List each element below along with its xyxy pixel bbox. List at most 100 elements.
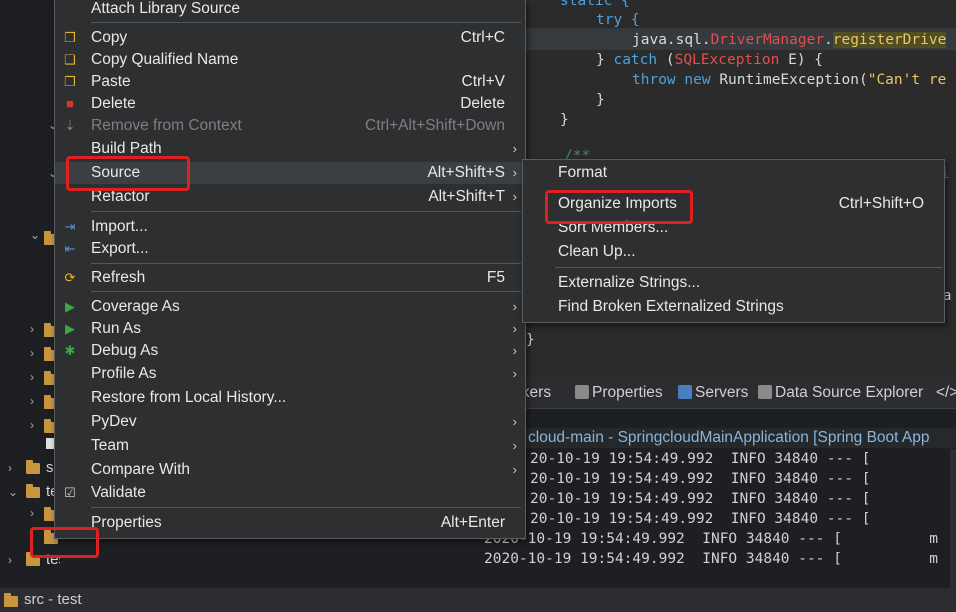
- project-explorer-tree: ⌄ ⌄ ⌄ › › › › › › s ⌄ te › src › tests: [0, 0, 60, 588]
- menu-item-label: Properties: [91, 514, 162, 531]
- menu-item-shortcut: Alt+Shift+S: [427, 164, 505, 181]
- collapse-chevron-icon[interactable]: ›: [30, 346, 34, 360]
- code-token: .: [824, 32, 833, 48]
- menu-item-restore-from-local-history[interactable]: Restore from Local History...: [55, 387, 525, 409]
- delete-icon: ■: [66, 96, 74, 111]
- menu-item-format[interactable]: Format: [523, 162, 944, 184]
- organize-imports-highlight-box: [545, 190, 693, 224]
- menu-separator: [91, 22, 521, 23]
- menu-item-shortcut: Delete: [460, 95, 505, 112]
- menu-item-label: Coverage As: [91, 298, 180, 315]
- code-token: throw new: [632, 72, 720, 88]
- code-token: catch: [613, 52, 666, 68]
- menu-item-label: Copy Qualified Name: [91, 51, 239, 68]
- menu-item-pydev[interactable]: PyDev ›: [55, 411, 525, 433]
- menu-item-compare-with[interactable]: Compare With ›: [55, 459, 525, 481]
- menu-item-clean-up[interactable]: Clean Up...: [523, 241, 944, 263]
- tab-label: Data Source Explorer: [775, 384, 924, 401]
- menu-item-paste[interactable]: ❒ Paste Ctrl+V: [55, 71, 525, 93]
- menu-item-label: Format: [558, 164, 608, 181]
- collapse-chevron-icon[interactable]: ›: [30, 506, 34, 520]
- menu-item-shortcut: Ctrl+V: [461, 73, 506, 90]
- submenu-arrow-icon: ›: [512, 165, 517, 180]
- coverage-icon: ▶: [65, 299, 75, 314]
- menu-item-shortcut: Ctrl+Alt+Shift+Down: [365, 117, 505, 134]
- tab-properties[interactable]: Properties: [575, 383, 663, 403]
- collapse-chevron-icon[interactable]: ›: [30, 370, 34, 384]
- collapse-chevron-icon[interactable]: ›: [8, 550, 12, 570]
- menu-item-export[interactable]: ⇤ Export...: [55, 238, 525, 260]
- source-folder-icon: [4, 593, 18, 607]
- submenu-arrow-icon: ›: [512, 141, 517, 156]
- menu-item-debug-as[interactable]: ✱ Debug As ›: [55, 340, 525, 362]
- code-token: RuntimeException(: [719, 72, 868, 88]
- menu-separator: [91, 291, 521, 292]
- collapse-chevron-icon[interactable]: ›: [30, 394, 34, 408]
- menu-item-label: Attach Library Source: [91, 0, 241, 17]
- menu-item-label: Refresh: [91, 269, 146, 286]
- menu-item-validate[interactable]: ☑ Validate: [55, 482, 525, 504]
- tab-label: Servers: [695, 384, 749, 401]
- menu-item-profile-as[interactable]: Profile As ›: [55, 363, 525, 385]
- tab-servers[interactable]: Servers: [678, 383, 748, 403]
- submenu-arrow-icon: ›: [512, 438, 517, 453]
- console-log-line: 20-10-19 19:54:49.992 INFO 34840 --- [ m: [530, 491, 956, 507]
- menu-item-label: Run As: [91, 320, 141, 337]
- data-source-explorer-icon: [758, 385, 772, 399]
- code-line: java.sql.DriverManager.registerDrive: [632, 30, 947, 50]
- expand-chevron-icon[interactable]: ⌄: [8, 482, 18, 502]
- tab-snippets[interactable]: </>: [936, 383, 956, 403]
- console-title: cloud-main - SpringcloudMainApplication …: [500, 428, 956, 448]
- file-icon: [46, 438, 54, 449]
- menu-item-delete[interactable]: ■ Delete Delete: [55, 93, 525, 115]
- menu-item-team[interactable]: Team ›: [55, 435, 525, 457]
- menu-item-label: Debug As: [91, 342, 159, 359]
- collapse-chevron-icon[interactable]: ›: [8, 458, 12, 478]
- menu-item-remove-from-context: ⇣ Remove from Context Ctrl+Alt+Shift+Down: [55, 115, 525, 137]
- run-icon: ▶: [65, 321, 75, 336]
- menu-item-refresh[interactable]: ⟳ Refresh F5: [55, 267, 525, 289]
- menu-item-attach-library-source[interactable]: Attach Library Source: [55, 0, 525, 20]
- submenu-arrow-icon: ›: [512, 366, 517, 381]
- console-log-line: 20-10-19 19:54:49.992 INFO 34840 --- [ m: [530, 511, 956, 527]
- code-token: }: [560, 112, 569, 128]
- code-token: (: [665, 52, 675, 68]
- code-line: try {: [596, 10, 640, 30]
- menu-item-externalize-strings[interactable]: Externalize Strings...: [523, 272, 944, 294]
- menu-item-label: Compare With: [91, 461, 191, 478]
- code-token: }: [596, 52, 614, 68]
- menu-item-label: Remove from Context: [91, 117, 242, 134]
- menu-item-label: Restore from Local History...: [91, 389, 287, 406]
- code-token: DriverManager: [710, 32, 825, 48]
- tab-label: Properties: [592, 384, 663, 401]
- collapse-chevron-icon[interactable]: ›: [30, 322, 34, 336]
- menu-separator: [91, 263, 521, 264]
- status-text: src - test: [24, 591, 82, 608]
- menu-item-properties[interactable]: Properties Alt+Enter: [55, 512, 525, 534]
- submenu-arrow-icon: ›: [512, 343, 517, 358]
- menu-item-label: Clean Up...: [558, 243, 636, 260]
- expand-chevron-icon[interactable]: ⌄: [30, 228, 40, 242]
- menu-separator: [555, 267, 942, 268]
- collapse-chevron-icon[interactable]: ›: [30, 418, 34, 432]
- menu-item-import[interactable]: ⇥ Import...: [55, 216, 525, 238]
- paste-icon: ❒: [64, 74, 76, 89]
- tab-data-source-explorer[interactable]: Data Source Explorer: [758, 383, 923, 403]
- menu-item-find-broken-externalized-strings[interactable]: Find Broken Externalized Strings: [523, 296, 944, 318]
- menu-item-coverage-as[interactable]: ▶ Coverage As ›: [55, 296, 525, 318]
- console-output[interactable]: 20-10-19 19:54:49.992 INFO 34840 --- [ m…: [480, 449, 956, 588]
- menu-item-run-as[interactable]: ▶ Run As ›: [55, 318, 525, 340]
- menu-item-shortcut: Ctrl+Shift+O: [838, 195, 924, 212]
- source-submenu: Format Organize Imports Ctrl+Shift+O Sort M…: [522, 159, 945, 323]
- menu-separator: [91, 507, 521, 508]
- menu-item-copy[interactable]: ❐ Copy Ctrl+C: [55, 27, 525, 49]
- menu-item-copy-qualified-name[interactable]: ❑ Copy Qualified Name: [55, 49, 525, 71]
- submenu-arrow-icon: ›: [512, 414, 517, 429]
- code-token: SQLException: [674, 52, 780, 68]
- checkbox-icon: ☑: [64, 485, 76, 500]
- console-scrollbar[interactable]: [950, 449, 956, 588]
- status-bar: src - test: [0, 588, 956, 612]
- menu-item-shortcut: F5: [486, 269, 505, 286]
- refresh-icon: ⟳: [64, 270, 76, 285]
- export-icon: ⇤: [64, 241, 76, 256]
